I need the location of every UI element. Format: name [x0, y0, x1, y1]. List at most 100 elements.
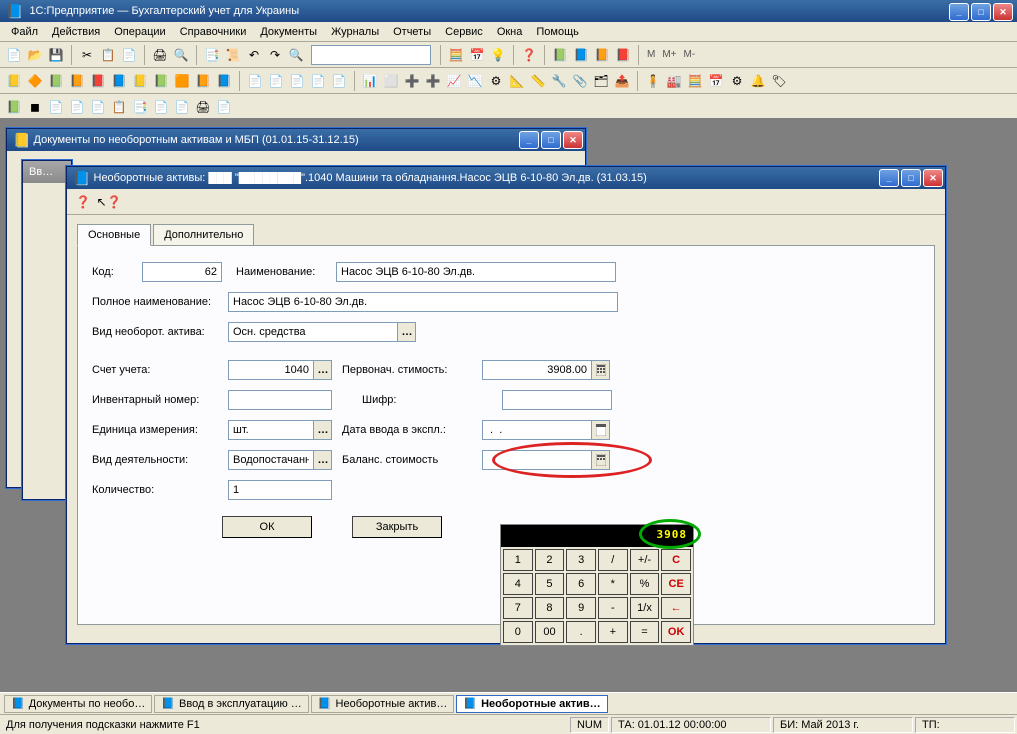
- tb3-icon[interactable]: 📄: [67, 97, 87, 117]
- tb2-icon[interactable]: 📗: [151, 71, 171, 91]
- print-icon[interactable]: 🖨: [150, 45, 170, 65]
- tb2-tool-icon[interactable]: 📎: [570, 71, 590, 91]
- tb2-misc-icon[interactable]: 🧮: [685, 71, 705, 91]
- tb2-report-icon[interactable]: 📄: [287, 71, 307, 91]
- m-label[interactable]: M: [644, 49, 658, 60]
- tips-icon[interactable]: 💡: [488, 45, 508, 65]
- calc-key-[interactable]: /: [598, 549, 628, 571]
- tb3-icon[interactable]: 📄: [46, 97, 66, 117]
- calc-key-ok[interactable]: OK: [661, 621, 691, 643]
- tb2-misc-icon[interactable]: 🏷: [769, 71, 789, 91]
- tb2-icon[interactable]: 📕: [88, 71, 108, 91]
- tb3-icon[interactable]: 📄: [172, 97, 192, 117]
- tb2-tool-icon[interactable]: 🗂: [591, 71, 611, 91]
- dialog-titlebar[interactable]: 📘 Необоротные активы: ███ "████████".104…: [67, 167, 945, 189]
- input-name[interactable]: [336, 262, 616, 282]
- input-initcost[interactable]: [482, 360, 592, 380]
- dlg-maximize-button[interactable]: □: [901, 169, 921, 187]
- redo-icon[interactable]: ↷: [265, 45, 285, 65]
- calendar-icon[interactable]: 📅: [467, 45, 487, 65]
- tb2-misc-icon[interactable]: ⚙: [727, 71, 747, 91]
- tb2-tool-icon[interactable]: 📊: [360, 71, 380, 91]
- tb2-icon[interactable]: 📒: [130, 71, 150, 91]
- tb2-misc-icon[interactable]: 🧍: [643, 71, 663, 91]
- tb3-icon[interactable]: 📗: [4, 97, 24, 117]
- menu-documents[interactable]: Документы: [253, 24, 324, 40]
- lookup-account-button[interactable]: …: [314, 360, 332, 380]
- tb2-tool-icon[interactable]: 📉: [465, 71, 485, 91]
- input-unit[interactable]: [228, 420, 314, 440]
- tb2-tool-icon[interactable]: 📏: [528, 71, 548, 91]
- tb3-icon[interactable]: 📄: [88, 97, 108, 117]
- save-icon[interactable]: 💾: [46, 45, 66, 65]
- tb2-icon[interactable]: 📘: [214, 71, 234, 91]
- app-minimize-button[interactable]: _: [949, 3, 969, 21]
- calc-toolbar-icon[interactable]: 🧮: [446, 45, 466, 65]
- menu-help[interactable]: Помощь: [529, 24, 586, 40]
- preview-icon[interactable]: 🔍: [171, 45, 191, 65]
- tab-additional[interactable]: Дополнительно: [153, 224, 254, 246]
- tb2-report-icon[interactable]: 📄: [308, 71, 328, 91]
- bg-window2-titlebar[interactable]: Вв…: [23, 161, 71, 183]
- calc-key-8[interactable]: 8: [535, 597, 565, 619]
- calc-balance-button[interactable]: [592, 450, 610, 470]
- tb2-tool-icon[interactable]: ➕: [402, 71, 422, 91]
- lookup-activity-button[interactable]: …: [314, 450, 332, 470]
- input-activity[interactable]: [228, 450, 314, 470]
- dlg-toolbar-help-icon[interactable]: ❓: [73, 192, 93, 212]
- calc-key-[interactable]: =: [630, 621, 660, 643]
- tb2-icon[interactable]: 🔶: [25, 71, 45, 91]
- mplus-label[interactable]: M+: [659, 49, 679, 60]
- tb3-icon[interactable]: ◼: [25, 97, 45, 117]
- input-invno[interactable]: [228, 390, 332, 410]
- find-icon[interactable]: 🔍: [286, 45, 306, 65]
- calc-key-ce[interactable]: CE: [661, 573, 691, 595]
- calc-key-4[interactable]: 4: [503, 573, 533, 595]
- help-toolbar-icon[interactable]: ❓: [519, 45, 539, 65]
- tb2-report-icon[interactable]: 📄: [245, 71, 265, 91]
- tb3-icon[interactable]: 📄: [151, 97, 171, 117]
- taskbar-item[interactable]: 📘Ввод в эксплуатацию …: [154, 695, 308, 713]
- calendar-startdate-button[interactable]: [592, 420, 610, 440]
- menu-file[interactable]: Файл: [4, 24, 45, 40]
- tab-main[interactable]: Основные: [77, 224, 151, 246]
- calc-key-[interactable]: *: [598, 573, 628, 595]
- tb2-tool-icon[interactable]: 📐: [507, 71, 527, 91]
- calc-initcost-button[interactable]: [592, 360, 610, 380]
- tb2-misc-icon[interactable]: 🔔: [748, 71, 768, 91]
- bgwin-close-button[interactable]: ✕: [563, 131, 583, 149]
- dlg-toolbar-pointer-icon[interactable]: ↖❓: [99, 192, 119, 212]
- tb2-icon[interactable]: 📘: [109, 71, 129, 91]
- copy-icon[interactable]: 📋: [98, 45, 118, 65]
- tb3-icon[interactable]: 📋: [109, 97, 129, 117]
- calc-key-1x[interactable]: 1/x: [630, 597, 660, 619]
- tb2-report-icon[interactable]: 📄: [329, 71, 349, 91]
- tb2-tool-icon[interactable]: ⬜: [381, 71, 401, 91]
- taskbar-item[interactable]: 📘Необоротные актив…: [311, 695, 455, 713]
- calc-key-2[interactable]: 2: [535, 549, 565, 571]
- calc-key-7[interactable]: 7: [503, 597, 533, 619]
- menu-actions[interactable]: Действия: [45, 24, 107, 40]
- undo-icon[interactable]: ↶: [244, 45, 264, 65]
- calc-key-[interactable]: -: [598, 597, 628, 619]
- menu-references[interactable]: Справочники: [173, 24, 254, 40]
- props-icon[interactable]: 📑: [202, 45, 222, 65]
- tb3-icon[interactable]: 🖨: [193, 97, 213, 117]
- cut-icon[interactable]: ✂: [77, 45, 97, 65]
- menu-reports[interactable]: Отчеты: [386, 24, 438, 40]
- calc-key-9[interactable]: 9: [566, 597, 596, 619]
- tb2-report-icon[interactable]: 📄: [266, 71, 286, 91]
- close-button[interactable]: Закрыть: [352, 516, 442, 538]
- input-balance[interactable]: [482, 450, 592, 470]
- calc-key-[interactable]: ←: [661, 597, 691, 619]
- paste-icon[interactable]: 📄: [119, 45, 139, 65]
- tb2-icon[interactable]: 🟧: [172, 71, 192, 91]
- bgwin-maximize-button[interactable]: □: [541, 131, 561, 149]
- menu-windows[interactable]: Окна: [490, 24, 530, 40]
- menu-service[interactable]: Сервис: [438, 24, 490, 40]
- calc-key-[interactable]: +/-: [630, 549, 660, 571]
- tb2-icon[interactable]: 📒: [4, 71, 24, 91]
- calc-key-[interactable]: %: [630, 573, 660, 595]
- input-qty[interactable]: [228, 480, 332, 500]
- tb2-icon[interactable]: 📙: [67, 71, 87, 91]
